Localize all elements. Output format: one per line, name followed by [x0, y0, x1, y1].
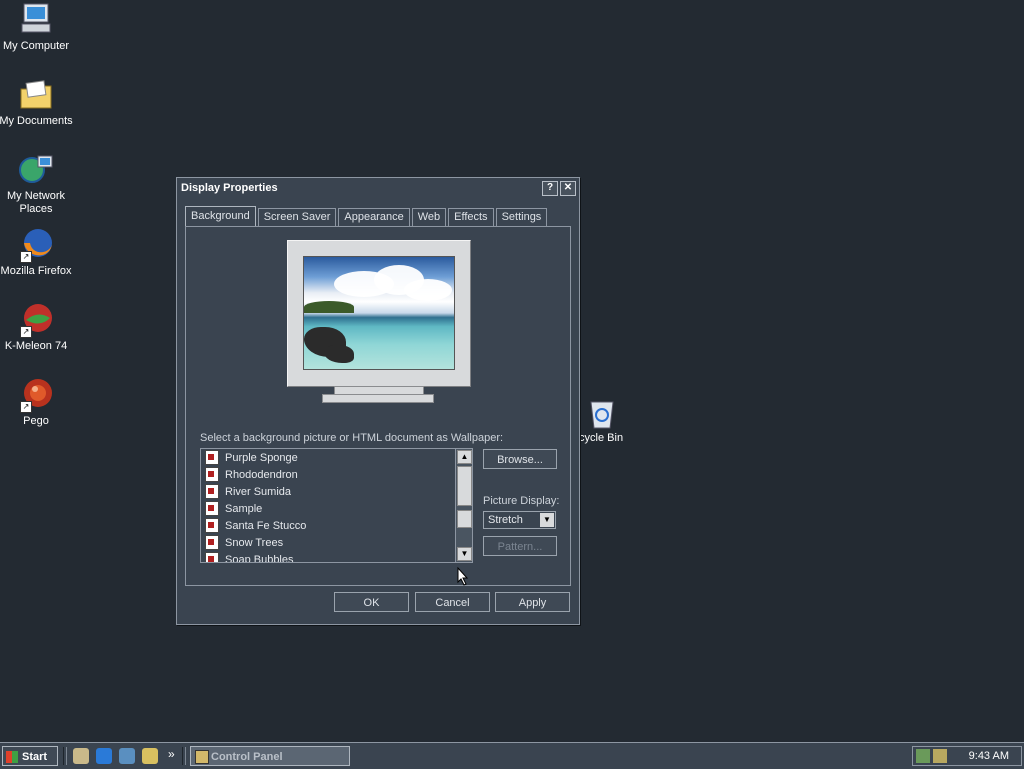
file-icon [205, 518, 219, 533]
scrollbar-track[interactable] [457, 466, 472, 506]
desktop-icon-label: Pego [23, 415, 49, 427]
pego-icon: ↗ [18, 377, 54, 413]
task-button-control-panel[interactable]: Control Panel [190, 746, 350, 766]
firefox-icon: ↗ [18, 227, 54, 263]
documents-folder-icon [18, 77, 54, 113]
tab-appearance[interactable]: Appearance [338, 208, 410, 226]
desktop-icon-firefox[interactable]: ↗ Mozilla Firefox [0, 227, 74, 278]
desktop-icon-recycle-bin[interactable]: ecycle Bin [572, 398, 632, 444]
ok-button[interactable]: OK [334, 592, 409, 612]
display-properties-dialog: Display Properties ? ✕ Background Screen… [176, 177, 580, 625]
desktop-icon-my-computer[interactable]: My Computer [0, 2, 74, 53]
scroll-up-icon[interactable]: ▲ [457, 450, 472, 464]
shortcut-arrow-icon: ↗ [20, 401, 32, 413]
tab-effects[interactable]: Effects [448, 208, 494, 226]
desktop-icon-label: My Computer [2, 40, 70, 52]
task-button-label: Control Panel [211, 751, 283, 763]
chevron-down-icon[interactable]: ▼ [540, 513, 554, 527]
tab-screen-saver[interactable]: Screen Saver [257, 208, 337, 226]
outlook-express-icon[interactable] [119, 748, 135, 764]
monitor-preview [287, 240, 471, 387]
file-icon [205, 535, 219, 550]
list-item[interactable]: Soap Bubbles [201, 551, 472, 562]
list-item[interactable]: Santa Fe Stucco [201, 517, 472, 534]
desktop-icon-label: My Network Places [6, 190, 66, 215]
background-tab-panel: Select a background picture or HTML docu… [185, 226, 571, 586]
desktop-icon-pego[interactable]: ↗ Pego [0, 377, 74, 428]
desktop-icon-network-places[interactable]: My Network Places [0, 152, 74, 216]
desktop-icon-label: Mozilla Firefox [0, 265, 72, 277]
search-folder-icon[interactable] [142, 748, 158, 764]
picture-display-label: Picture Display: [483, 495, 560, 507]
control-panel-icon [195, 750, 209, 764]
desktop-icon-kmeleon[interactable]: ↗ K-Meleon 74 [0, 302, 74, 353]
kmeleon-icon: ↗ [18, 302, 54, 338]
shortcut-arrow-icon: ↗ [20, 326, 32, 338]
list-item[interactable]: Rhododendron [201, 466, 472, 483]
tab-strip: Background Screen Saver Appearance Web E… [185, 206, 549, 227]
recycle-bin-icon [587, 398, 617, 430]
internet-explorer-icon[interactable] [96, 748, 112, 764]
apply-button[interactable]: Apply [495, 592, 570, 612]
picture-display-select[interactable]: Stretch ▼ [483, 511, 556, 529]
scroll-down-icon[interactable]: ▼ [457, 547, 472, 561]
vertical-scrollbar[interactable]: ▲ ▼ [455, 449, 472, 562]
list-item[interactable]: Sample [201, 500, 472, 517]
mouse-cursor-icon [457, 566, 469, 589]
wallpaper-listbox[interactable]: Purple Sponge Rhododendron River Sumida … [200, 448, 473, 563]
list-item[interactable]: River Sumida [201, 483, 472, 500]
cancel-button[interactable]: Cancel [415, 592, 490, 612]
taskbar-separator [63, 747, 67, 765]
start-button[interactable]: Start [2, 746, 58, 766]
pattern-button[interactable]: Pattern... [483, 536, 557, 556]
desktop-icon-label: ecycle Bin [572, 432, 624, 444]
dialog-title: Display Properties [181, 182, 278, 194]
desktop-icon-label: My Documents [0, 115, 73, 127]
dialog-titlebar[interactable]: Display Properties ? ✕ [177, 178, 579, 198]
network-tray-icon[interactable] [916, 749, 930, 763]
volume-tray-icon[interactable] [933, 749, 947, 763]
desktop-icon-label: K-Meleon 74 [4, 340, 68, 352]
file-icon [205, 501, 219, 516]
close-button[interactable]: ✕ [560, 180, 576, 196]
list-item[interactable]: Snow Trees [201, 534, 472, 551]
computer-icon [18, 2, 54, 38]
monitor-base [322, 394, 434, 403]
wallpaper-preview-image [303, 256, 455, 370]
shortcut-arrow-icon: ↗ [20, 251, 32, 263]
file-icon [205, 484, 219, 499]
taskbar: Start » Control Panel 9:43 AM [0, 742, 1024, 769]
network-places-icon [18, 152, 54, 188]
list-item[interactable]: Purple Sponge [201, 449, 472, 466]
file-icon [205, 552, 219, 562]
taskbar-separator [182, 747, 186, 765]
picture-display-value: Stretch [488, 514, 523, 526]
clock[interactable]: 9:43 AM [969, 750, 1009, 762]
start-label: Start [22, 751, 48, 763]
tab-settings[interactable]: Settings [495, 208, 548, 226]
system-tray: 9:43 AM [912, 746, 1022, 766]
tab-background[interactable]: Background [185, 206, 256, 226]
browse-button[interactable]: Browse... [483, 449, 557, 469]
quicklaunch-more-icon[interactable]: » [168, 747, 175, 761]
wallpaper-label: Select a background picture or HTML docu… [200, 432, 504, 444]
scrollbar-thumb[interactable] [457, 510, 472, 528]
windows-logo-icon [6, 751, 18, 763]
file-icon [205, 450, 219, 465]
file-icon [205, 467, 219, 482]
desktop-icon-my-documents[interactable]: My Documents [0, 77, 74, 128]
show-desktop-icon[interactable] [73, 748, 89, 764]
tab-web[interactable]: Web [411, 208, 447, 226]
help-button[interactable]: ? [542, 180, 558, 196]
